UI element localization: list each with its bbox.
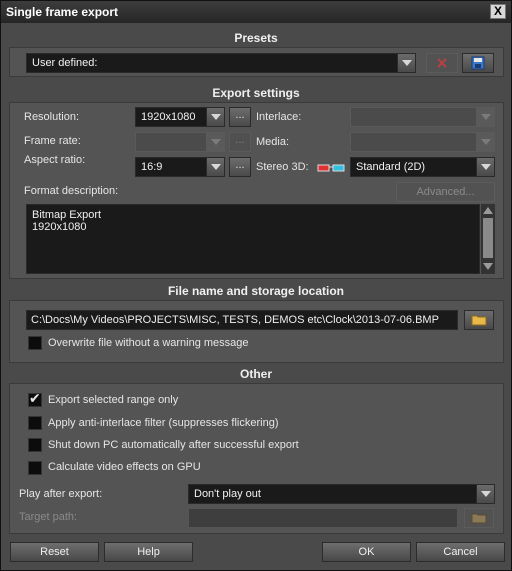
target-path-label: Target path: <box>19 511 78 523</box>
play-after-value: Don't play out <box>194 488 261 500</box>
window-title: Single frame export <box>6 5 119 19</box>
stereo-value: Standard (2D) <box>356 161 426 173</box>
chevron-down-icon <box>397 54 415 72</box>
browse-button[interactable] <box>464 310 494 330</box>
description-line-2: 1920x1080 <box>32 221 87 233</box>
export-settings-heading: Export settings <box>212 86 300 100</box>
gpu-effects-label: Calculate video effects on GPU <box>48 461 201 473</box>
target-path-field[interactable] <box>188 508 458 528</box>
chevron-down-icon <box>476 485 494 503</box>
resolution-more-button[interactable]: ... <box>229 107 251 127</box>
aspect-dropdown[interactable]: 16:9 <box>135 157 225 177</box>
export-dialog: Single frame export X Presets User defin… <box>0 0 512 571</box>
stereo-dropdown[interactable]: Standard (2D) <box>350 157 495 177</box>
file-heading: File name and storage location <box>167 284 345 298</box>
chevron-down-icon <box>206 133 224 151</box>
folder-icon <box>471 513 487 524</box>
export-range-checkbox[interactable] <box>28 391 42 407</box>
framerate-dropdown[interactable] <box>135 132 225 152</box>
chevron-down-icon <box>476 133 494 151</box>
overwrite-label: Overwrite file without a warning message <box>48 337 249 349</box>
scroll-thumb[interactable] <box>483 218 493 258</box>
close-button[interactable]: X <box>490 4 506 19</box>
other-heading: Other <box>239 367 272 381</box>
title-bar: Single frame export X <box>1 1 511 23</box>
media-dropdown[interactable] <box>350 132 495 152</box>
file-path-field[interactable]: C:\Docs\My Videos\PROJECTS\MISC, TESTS, … <box>26 310 458 330</box>
description-scrollbar[interactable] <box>481 204 495 274</box>
chevron-down-icon <box>206 158 224 176</box>
description-line-1: Bitmap Export <box>32 209 102 221</box>
target-browse-button[interactable] <box>464 508 494 528</box>
ok-button[interactable]: OK <box>322 542 411 562</box>
export-range-label: Export selected range only <box>48 394 179 406</box>
framerate-label: Frame rate: <box>24 135 81 147</box>
presets-heading: Presets <box>234 31 278 45</box>
cancel-button[interactable]: Cancel <box>416 542 505 562</box>
save-preset-icon <box>471 56 485 70</box>
scroll-down-icon[interactable] <box>483 263 493 270</box>
preset-dropdown[interactable]: User defined: <box>26 53 416 73</box>
delete-preset-button[interactable] <box>426 53 458 73</box>
chevron-down-icon <box>206 108 224 126</box>
advanced-button[interactable]: Advanced... <box>396 182 495 202</box>
chevron-down-icon <box>476 108 494 126</box>
framerate-more-button[interactable]: ... <box>229 132 251 152</box>
reset-button[interactable]: Reset <box>10 542 99 562</box>
media-label: Media: <box>256 136 290 148</box>
delete-preset-icon <box>437 58 447 68</box>
other-panel: Export selected range only Apply anti-in… <box>9 383 504 534</box>
scroll-up-icon[interactable] <box>483 207 493 214</box>
format-description-box: Bitmap Export 1920x1080 <box>26 204 480 274</box>
anti-interlace-label: Apply anti-interlace filter (suppresses … <box>48 417 279 429</box>
preset-dropdown-value: User defined: <box>32 57 98 69</box>
chevron-down-icon <box>476 158 494 176</box>
shutdown-label: Shut down PC automatically after success… <box>48 439 299 451</box>
stereo-label: Stereo 3D: <box>256 161 309 173</box>
interlace-label: Interlace: <box>256 111 302 123</box>
export-settings-panel: Resolution: 1920x1080 ... Interlace: Fra… <box>9 102 504 279</box>
save-preset-button[interactable] <box>462 53 494 73</box>
anaglyph-glasses-icon <box>317 164 345 172</box>
resolution-value: 1920x1080 <box>141 111 196 123</box>
play-after-dropdown[interactable]: Don't play out <box>188 484 495 504</box>
anti-interlace-checkbox[interactable] <box>28 416 42 430</box>
help-button[interactable]: Help <box>104 542 193 562</box>
overwrite-checkbox[interactable] <box>28 336 42 350</box>
presets-panel: User defined: <box>9 47 504 77</box>
aspect-more-button[interactable]: ... <box>229 157 251 177</box>
file-panel: C:\Docs\My Videos\PROJECTS\MISC, TESTS, … <box>9 300 504 363</box>
aspect-label: Aspect ratio: <box>24 154 86 166</box>
gpu-effects-checkbox[interactable] <box>28 461 42 475</box>
play-after-label: Play after export: <box>19 488 103 500</box>
format-description-label: Format description: <box>24 185 119 197</box>
resolution-label: Resolution: <box>24 111 80 123</box>
shutdown-checkbox[interactable] <box>28 438 42 452</box>
interlace-dropdown[interactable] <box>350 107 495 127</box>
aspect-value: 16:9 <box>141 161 163 173</box>
resolution-dropdown[interactable]: 1920x1080 <box>135 107 225 127</box>
folder-icon <box>471 315 487 326</box>
